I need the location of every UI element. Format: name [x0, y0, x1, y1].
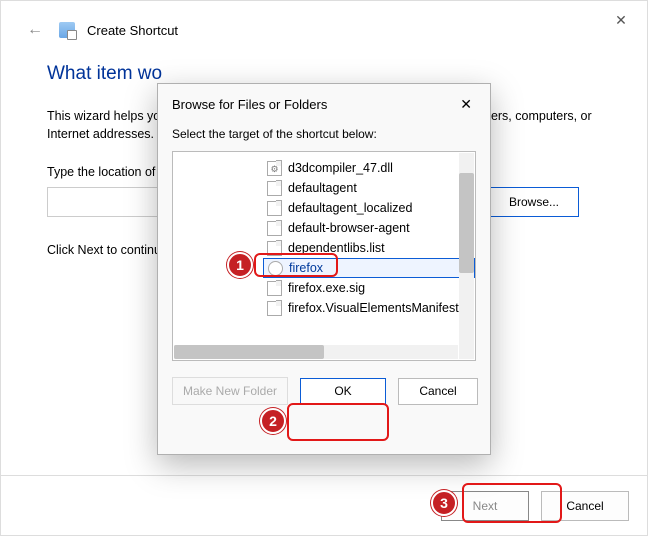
file-tree[interactable]: d3dcompiler_47.dll defaultagent defaultage… [172, 151, 476, 361]
tree-item[interactable]: defaultagent [263, 178, 475, 198]
tree-item[interactable]: defaultagent_localized [263, 198, 475, 218]
make-new-folder-button: Make New Folder [172, 377, 288, 405]
back-arrow-icon[interactable]: ← [23, 21, 47, 39]
close-icon[interactable]: ✕ [609, 9, 633, 33]
tree-item[interactable]: default-browser-agent [263, 218, 475, 238]
file-icon [267, 201, 282, 216]
tree-item[interactable]: dependentlibs.list [263, 238, 475, 258]
window-title: Create Shortcut [87, 23, 178, 38]
browse-dialog: Browse for Files or Folders ✕ Select the… [157, 83, 491, 455]
annotation-badge-2: 2 [260, 408, 286, 434]
firefox-icon [268, 261, 283, 276]
tree-item-label: firefox [289, 261, 323, 275]
tree-item-label: firefox.VisualElementsManifest [288, 301, 459, 315]
tree-item[interactable]: d3dcompiler_47.dll [263, 158, 475, 178]
tree-item[interactable]: firefox.exe.sig [263, 278, 475, 298]
tree-item[interactable]: firefox [263, 258, 475, 278]
dialog-cancel-button[interactable]: Cancel [398, 378, 478, 405]
tree-item-label: default-browser-agent [288, 221, 410, 235]
dialog-instruction: Select the target of the shortcut below: [158, 121, 490, 151]
file-icon [267, 241, 282, 256]
hscroll-thumb[interactable] [174, 345, 324, 359]
ok-button[interactable]: OK [300, 378, 386, 405]
cancel-button[interactable]: Cancel [541, 491, 629, 521]
annotation-badge-3: 3 [431, 490, 457, 516]
horizontal-scrollbar[interactable] [174, 345, 458, 359]
tree-item-label: d3dcompiler_47.dll [288, 161, 393, 175]
tree-item-label: firefox.exe.sig [288, 281, 365, 295]
tree-item-label: defaultagent [288, 181, 357, 195]
dialog-close-icon[interactable]: ✕ [454, 94, 478, 115]
gear-icon [267, 161, 282, 176]
scroll-thumb[interactable] [459, 173, 474, 273]
shortcut-icon [59, 22, 75, 38]
dialog-title: Browse for Files or Folders [172, 97, 327, 112]
file-icon [267, 281, 282, 296]
tree-item-label: dependentlibs.list [288, 241, 385, 255]
exe-icon [267, 221, 282, 236]
vertical-scrollbar[interactable] [459, 153, 474, 359]
page-heading: What item wo [47, 63, 601, 85]
browse-button[interactable]: Browse... [489, 187, 579, 217]
file-icon [267, 301, 282, 316]
annotation-badge-1: 1 [227, 252, 253, 278]
file-icon [267, 181, 282, 196]
tree-item[interactable]: firefox.VisualElementsManifest [263, 298, 475, 318]
tree-item-label: defaultagent_localized [288, 201, 412, 215]
